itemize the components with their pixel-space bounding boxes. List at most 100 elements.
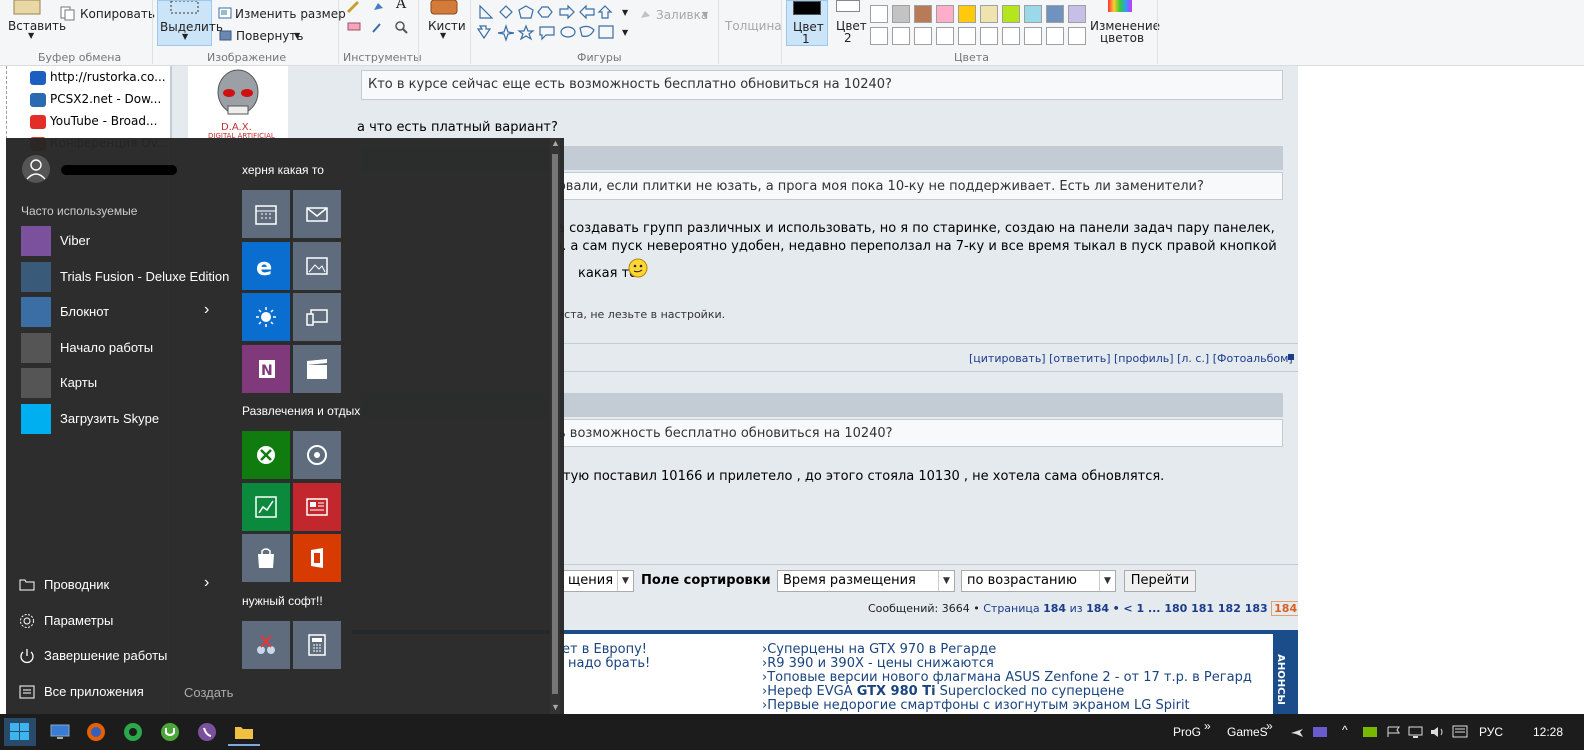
mail-tile[interactable] [293, 190, 341, 238]
palette-swatch[interactable] [1068, 5, 1086, 23]
palette-swatch[interactable] [870, 5, 888, 23]
start-button[interactable] [4, 718, 36, 746]
input-language[interactable]: РУС [1479, 725, 1503, 739]
palette-swatch[interactable] [980, 5, 998, 23]
chevron-right-icon[interactable]: › [204, 301, 209, 319]
palette-swatch[interactable] [936, 5, 954, 23]
start-app-item[interactable]: Загрузить Skype [21, 402, 221, 436]
taskbar-viber-button[interactable] [191, 718, 223, 746]
nvidia-icon[interactable] [1362, 726, 1378, 738]
xbox-tile[interactable] [242, 431, 290, 479]
news-link[interactable]: ›Первые недорогие смартфоны с изогнутым … [762, 698, 1190, 713]
create-link[interactable]: Создать [184, 685, 233, 700]
palette-swatch-empty[interactable] [936, 27, 954, 45]
calculator-tile[interactable] [293, 621, 341, 669]
palette-swatch[interactable] [1046, 5, 1064, 23]
palette-swatch-empty[interactable] [1024, 27, 1042, 45]
edit-colors-button[interactable]: Изменение цветов [1090, 0, 1160, 46]
toolbar-chevron-icon[interactable]: » [1266, 719, 1273, 733]
user-account-button[interactable] [21, 154, 221, 184]
scrollbar-thumb[interactable] [552, 154, 558, 694]
taskbar-explorer-button[interactable] [228, 718, 260, 746]
network-icon[interactable] [1408, 725, 1424, 739]
taskbar-utorrent-button[interactable] [154, 718, 186, 746]
start-app-item[interactable]: Карты [21, 366, 221, 400]
toolbar-prog[interactable]: ProG [1173, 725, 1201, 739]
shapes-scroll-icon[interactable]: ▼ [622, 8, 628, 17]
movies-tile[interactable] [293, 344, 341, 393]
select-button[interactable]: Выделить ▼ [157, 0, 223, 46]
phone-companion-tile[interactable] [293, 293, 341, 341]
flag-icon[interactable] [1386, 726, 1402, 738]
groove-music-tile[interactable] [293, 431, 341, 479]
news-link[interactable]: надо брать! [568, 656, 650, 671]
office-tile[interactable] [293, 534, 341, 582]
shapes-gallery[interactable] [476, 2, 634, 44]
palette-swatch-empty[interactable] [914, 27, 932, 45]
palette-swatch-empty[interactable] [980, 27, 998, 45]
palette-swatch[interactable] [892, 5, 910, 23]
post-action-links[interactable]: [цитировать] [ответить] [профиль] [л. с.… [969, 352, 1293, 365]
bookmark-link[interactable]: PCSX2.net - Dow... [50, 92, 161, 106]
scroll-down-icon[interactable]: ▼ [551, 702, 560, 712]
text-tool-icon[interactable]: A [396, 0, 406, 12]
sort-field-select[interactable]: Время размещения ▼ [777, 570, 955, 592]
volume-icon[interactable] [1430, 725, 1446, 739]
palette-swatch-empty[interactable] [1046, 27, 1064, 45]
photos-tile[interactable] [293, 241, 341, 290]
eraser-icon[interactable] [346, 20, 362, 34]
money-tile[interactable] [242, 482, 290, 531]
scroll-up-icon[interactable]: ▲ [551, 138, 560, 148]
fill-button[interactable]: Заливка ▼ [638, 6, 718, 24]
onenote-tile[interactable]: N [242, 344, 290, 393]
resize-button[interactable]: Изменить размер [218, 5, 346, 23]
palette-swatch-empty[interactable] [1002, 27, 1020, 45]
color2-button[interactable]: Цвет 2 [832, 0, 867, 46]
start-bottom-item[interactable]: Завершение работы [18, 641, 218, 671]
edge-tile[interactable]: e [242, 241, 290, 290]
fill-bucket-icon[interactable] [370, 0, 386, 14]
shapes-more-icon[interactable]: ▼ [622, 28, 628, 37]
page-links[interactable]: • < 1 ... 180 181 182 183 [1113, 602, 1268, 615]
start-app-item[interactable]: Блокнот › [21, 295, 221, 329]
pencil-icon[interactable] [346, 0, 362, 14]
rotate-button[interactable]: Повернуть ▼ [218, 27, 308, 45]
start-scrollbar[interactable]: ▲ ▼ [550, 138, 560, 718]
copy-button[interactable]: Копировать [60, 5, 155, 23]
store-tile[interactable] [242, 534, 290, 582]
news-link[interactable]: ›R9 390 и 390X - цены снижаются [762, 656, 994, 671]
color1-button[interactable]: Цвет 1 [786, 0, 828, 46]
tray-app-icon[interactable] [1312, 726, 1328, 738]
palette-swatch[interactable] [1024, 5, 1042, 23]
toolbar-chevron-icon[interactable]: » [1204, 719, 1211, 733]
news-link[interactable]: ›Топовые версии нового флагмана ASUS Zen… [762, 670, 1252, 685]
snipping-tool-tile[interactable] [242, 621, 290, 669]
start-app-item[interactable]: Trials Fusion - Deluxe Edition [21, 260, 229, 294]
clock[interactable]: 12:28 [1533, 725, 1563, 739]
paste-button[interactable]: Вставить ▼ [4, 0, 66, 48]
news-link[interactable]: ет в Европу! [562, 642, 647, 657]
palette-swatch-empty[interactable] [958, 27, 976, 45]
palette-swatch[interactable] [1002, 5, 1020, 23]
taskbar-desktop-button[interactable] [44, 718, 76, 746]
thickness-button[interactable]: Толщина [722, 0, 782, 46]
palette-swatch-empty[interactable] [1068, 27, 1086, 45]
start-bottom-item[interactable]: Проводник › [18, 570, 218, 600]
bookmark-link[interactable]: http://rustorka.co... [50, 70, 166, 84]
palette-swatch-empty[interactable] [892, 27, 910, 45]
news-link[interactable]: ›Нереф EVGA GTX 980 Ti Superclocked по с… [762, 684, 1124, 699]
taskbar-firefox-button[interactable] [80, 718, 112, 746]
news-link[interactable]: ›Суперцены на GTX 970 в Регарде [762, 642, 996, 657]
sort-partial-select[interactable]: щения ▼ [562, 570, 634, 592]
palette-swatch-empty[interactable] [870, 27, 888, 45]
calendar-tile[interactable] [242, 190, 290, 238]
start-app-item[interactable]: Начало работы [21, 331, 221, 365]
weather-tile[interactable] [242, 293, 290, 341]
chevron-right-icon[interactable]: › [204, 574, 209, 592]
magnifier-icon[interactable] [394, 20, 410, 34]
airplane-icon[interactable] [1290, 725, 1304, 739]
palette-swatch[interactable] [914, 5, 932, 23]
toolbar-games[interactable]: GameS [1227, 725, 1268, 739]
palette-swatch[interactable] [958, 5, 976, 23]
sort-order-select[interactable]: по возрастанию ▼ [961, 570, 1116, 592]
